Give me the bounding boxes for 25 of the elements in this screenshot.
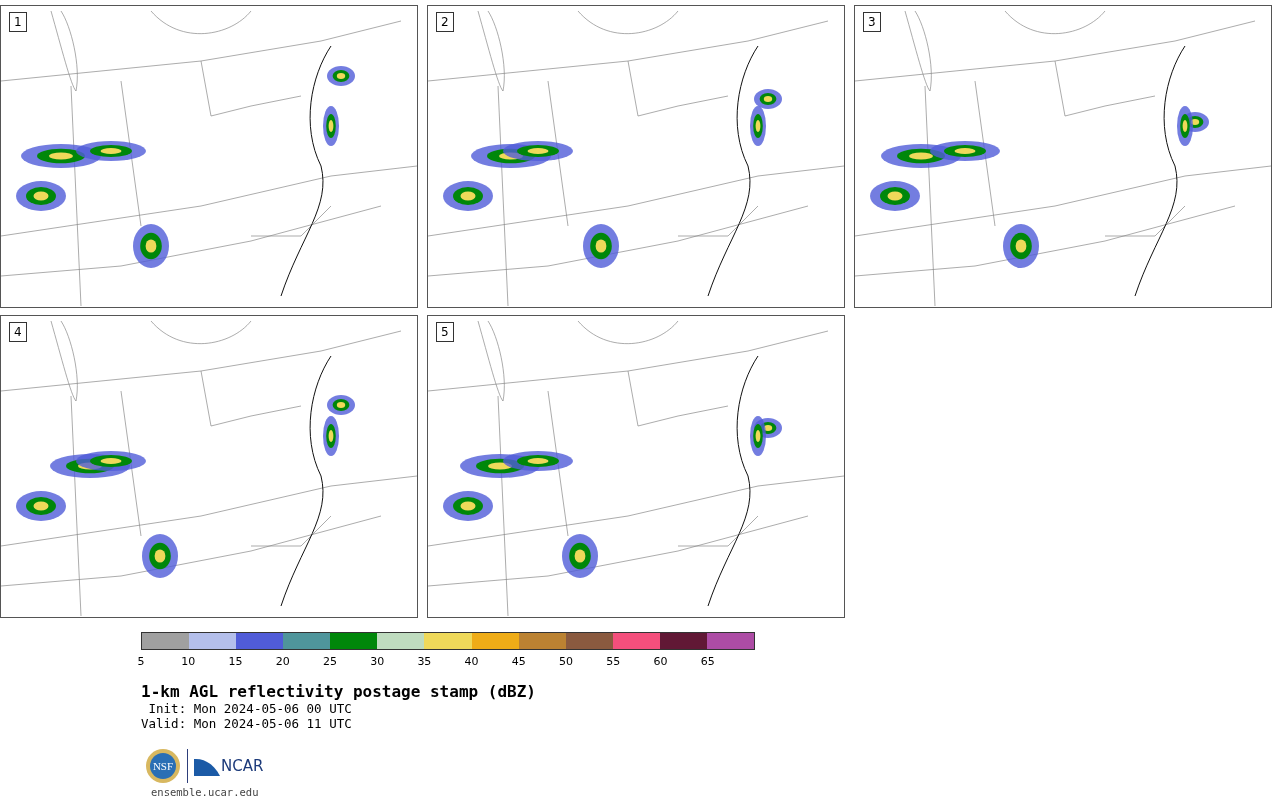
tick-label: 65: [700, 655, 715, 668]
tick-label: 45: [511, 655, 526, 668]
ncar-wordmark: NCAR: [221, 755, 264, 777]
panel-number: 3: [863, 12, 881, 32]
tick-label: 10: [181, 655, 196, 668]
tick-label: 50: [559, 655, 574, 668]
init-time: Init: Mon 2024-05-06 00 UTC: [147, 701, 352, 716]
panel-number: 2: [436, 12, 454, 32]
tick-label: 15: [228, 655, 243, 668]
panel-number: 1: [9, 12, 27, 32]
tick-label: 35: [417, 655, 432, 668]
seal-logo: NSF: [145, 748, 181, 784]
chart-title: 1-km AGL reflectivity postage stamp (dBZ): [141, 682, 536, 701]
site-url: ensemble.ucar.edu: [151, 786, 259, 798]
tick-label: 55: [606, 655, 621, 668]
tick-label: 60: [653, 655, 668, 668]
panel-number: 4: [9, 322, 27, 342]
tick-label: 40: [464, 655, 479, 668]
tick-label: 5: [137, 655, 145, 668]
tick-label: 30: [370, 655, 385, 668]
valid-time: Valid: Mon 2024-05-06 11 UTC: [141, 716, 352, 731]
panel-number: 5: [436, 322, 454, 342]
tick-label: 25: [322, 655, 337, 668]
tick-label: 20: [275, 655, 290, 668]
swoosh-icon: [194, 756, 220, 776]
